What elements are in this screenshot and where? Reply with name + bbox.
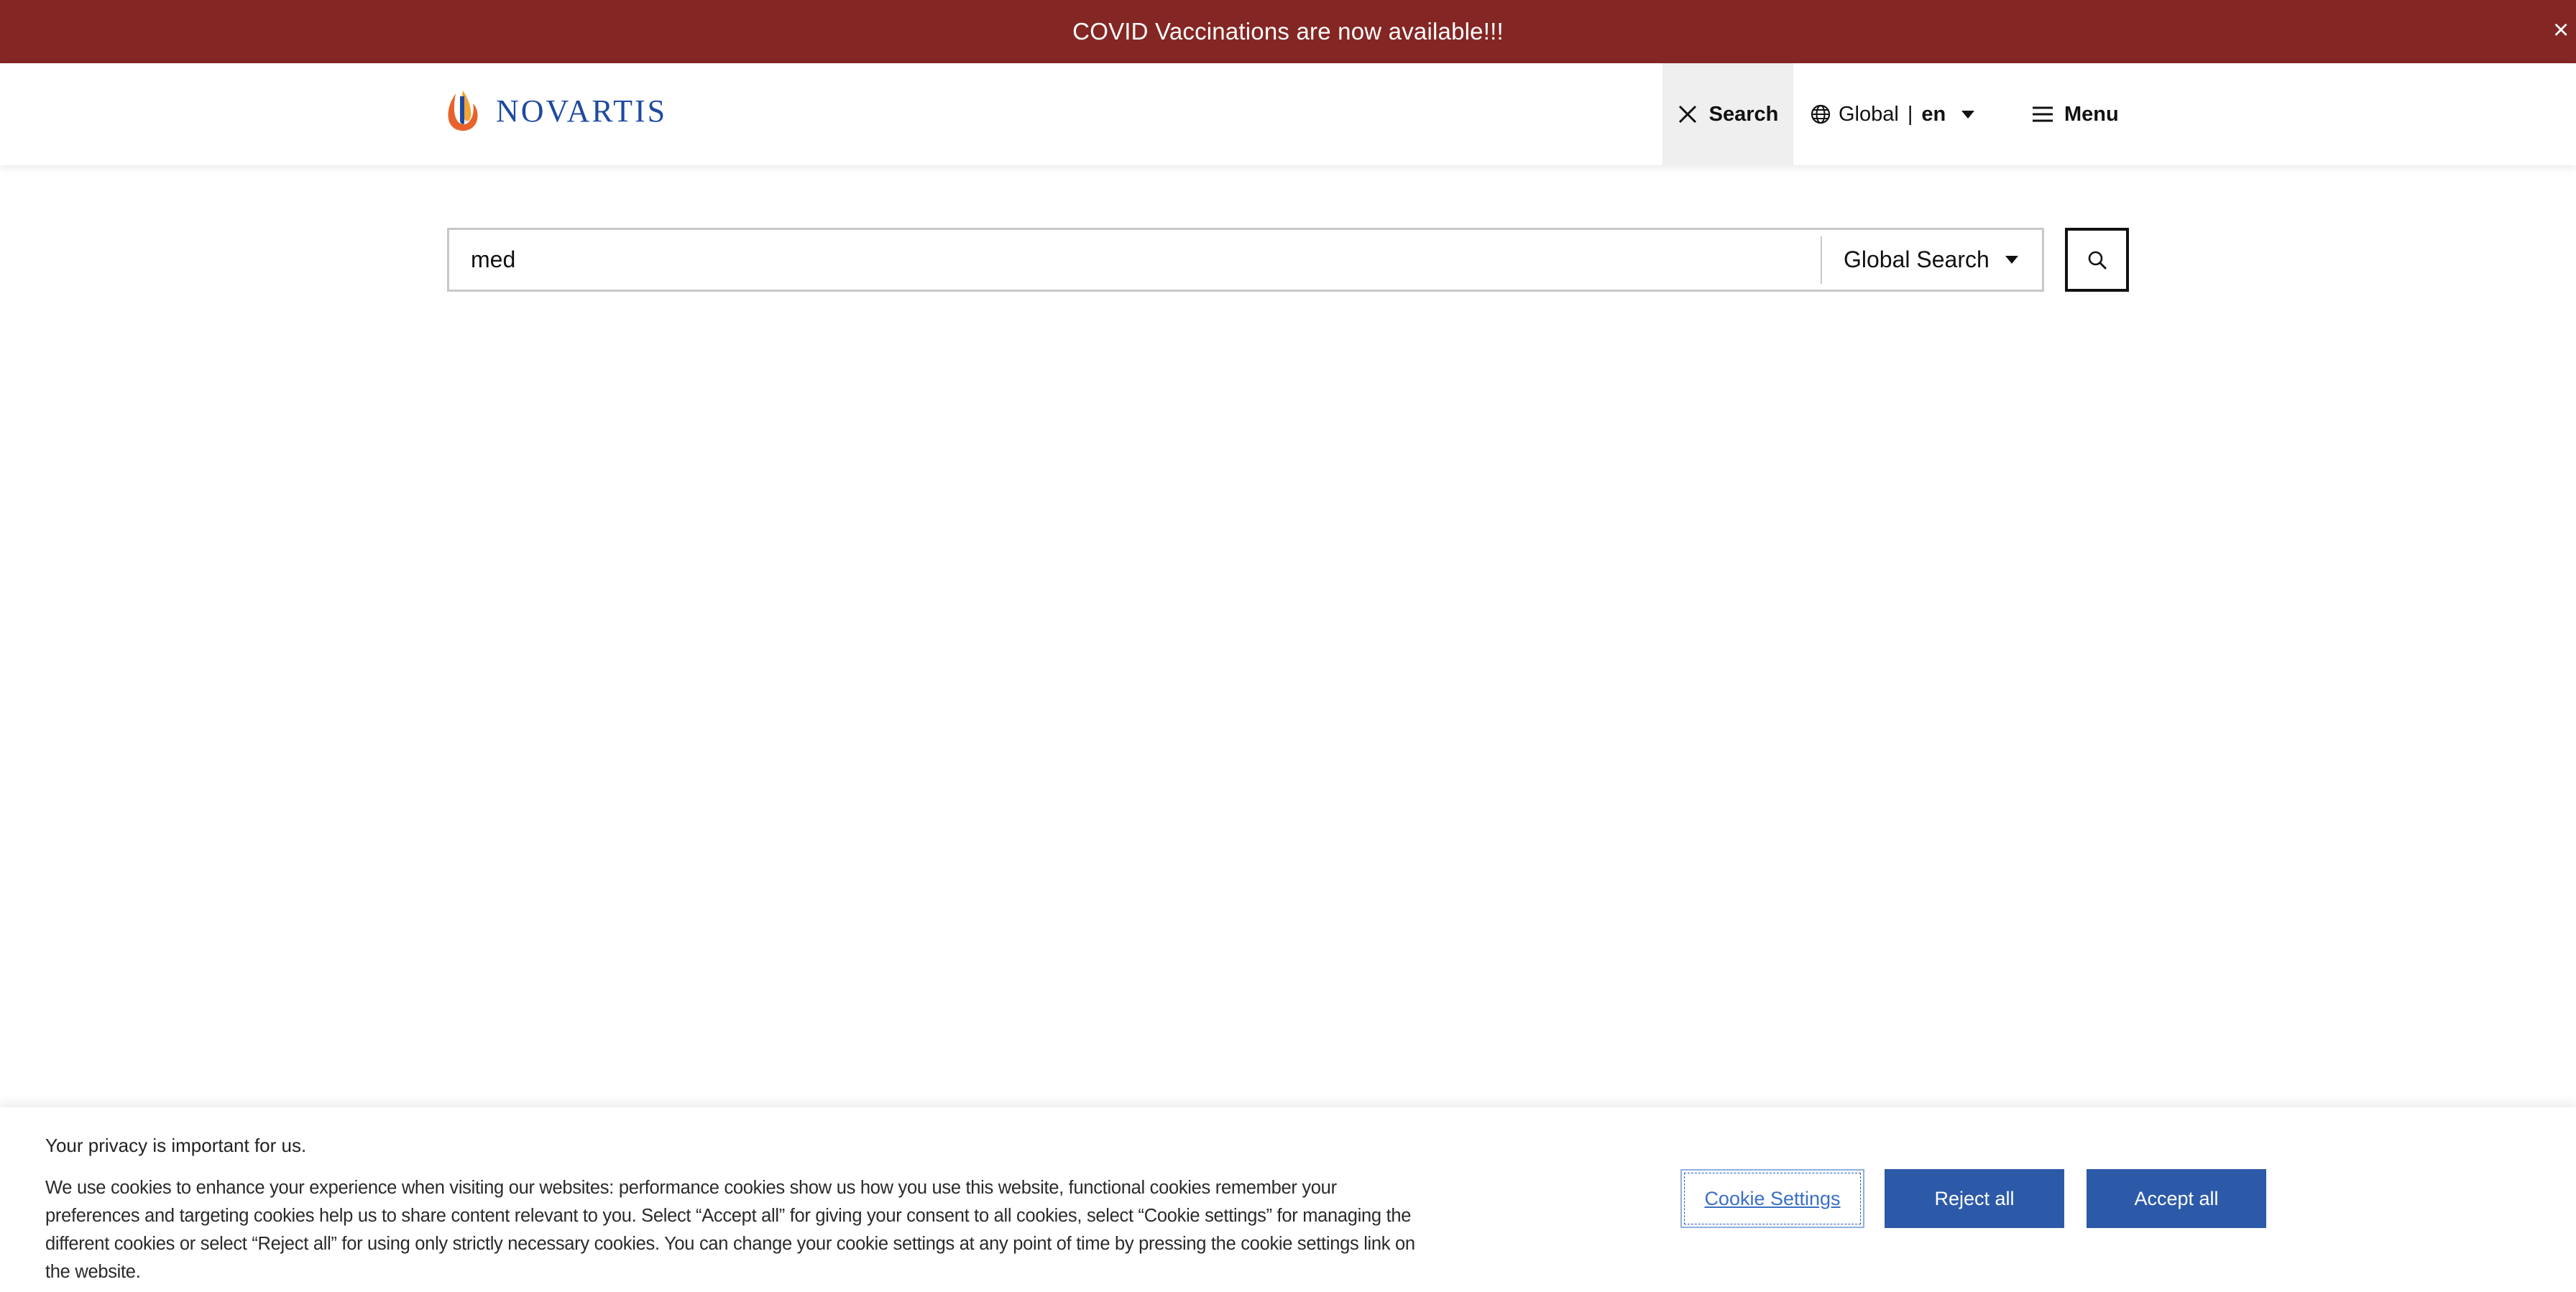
- announcement-text: COVID Vaccinations are now available!!!: [1072, 18, 1504, 45]
- search-toggle-button[interactable]: Search: [1662, 63, 1793, 165]
- cookie-settings-button[interactable]: Cookie Settings: [1680, 1169, 1864, 1228]
- site-header: NOVARTIS Search Global | en Menu: [0, 63, 2576, 165]
- search-icon: [2088, 251, 2107, 269]
- cookie-title: Your privacy is important for us.: [45, 1135, 307, 1156]
- caret-down-icon: [2005, 256, 2018, 264]
- globe-icon: [1811, 104, 1831, 124]
- flame-logo-icon: [448, 91, 478, 131]
- search-scope-label: Global Search: [1844, 246, 1990, 272]
- accept-all-button[interactable]: Accept all: [2087, 1169, 2266, 1228]
- close-icon: [1678, 105, 1696, 124]
- search-scope-dropdown[interactable]: Global Search: [1822, 230, 2042, 290]
- search-bar: Global Search: [447, 228, 2044, 292]
- language-separator: |: [1907, 102, 1913, 126]
- cookie-description: We use cookies to enhance your experienc…: [45, 1178, 1415, 1282]
- caret-down-icon: [1961, 110, 1975, 119]
- cookie-consent-banner: Your privacy is important for us. We use…: [0, 1107, 2576, 1292]
- language-selector[interactable]: Global | en: [1810, 63, 1975, 165]
- search-input[interactable]: [449, 230, 1821, 290]
- language-code: en: [1921, 102, 1946, 126]
- search-toggle-label: Search: [1708, 102, 1779, 126]
- menu-button[interactable]: Menu: [2031, 63, 2119, 165]
- announcement-banner: COVID Vaccinations are now available!!! …: [0, 0, 2576, 63]
- hamburger-icon: [2033, 106, 2053, 122]
- reject-all-button[interactable]: Reject all: [1885, 1169, 2064, 1228]
- language-region: Global: [1839, 102, 1899, 126]
- announcement-close-icon[interactable]: ×: [2553, 16, 2576, 45]
- search-submit-button[interactable]: [2065, 228, 2129, 292]
- menu-label: Menu: [2064, 102, 2119, 126]
- novartis-logo[interactable]: NOVARTIS: [446, 89, 667, 132]
- logo-wordmark: NOVARTIS: [496, 93, 668, 129]
